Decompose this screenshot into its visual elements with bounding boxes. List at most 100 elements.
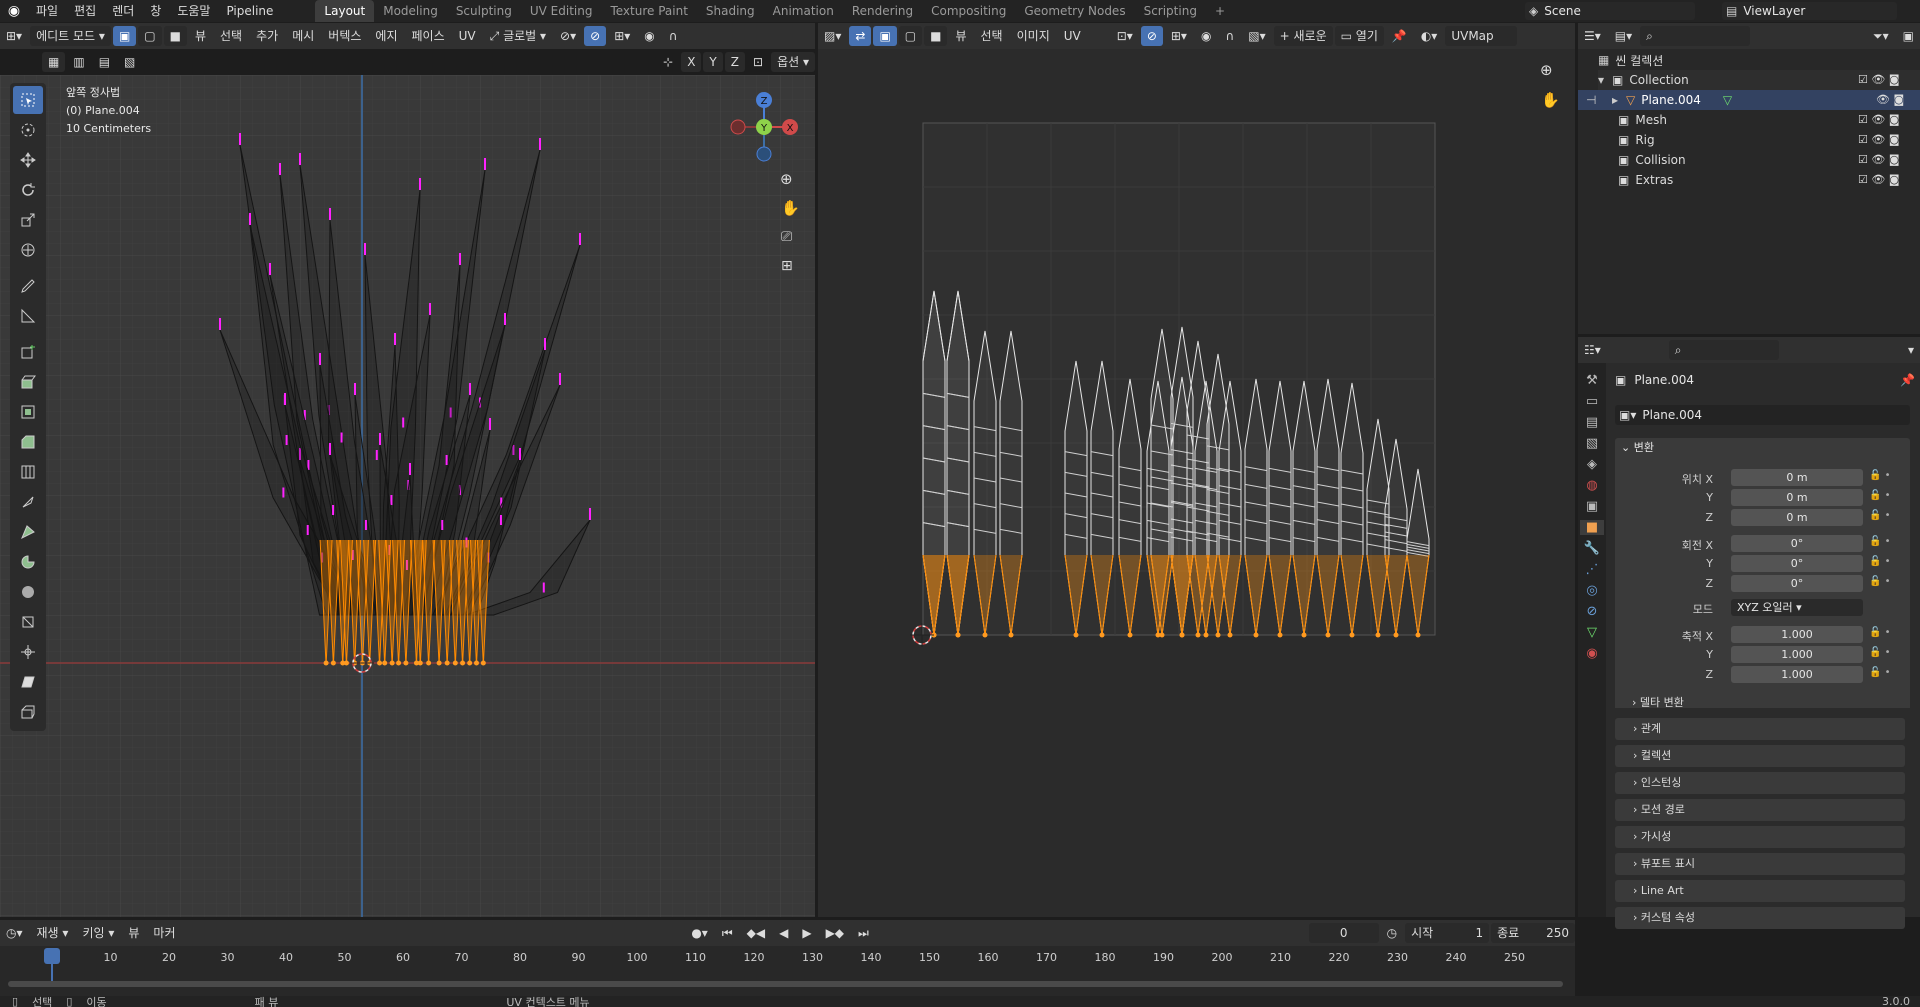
object-tab-icon[interactable]: ■ bbox=[1580, 520, 1604, 535]
uv-editor-type-icon[interactable]: ▨▾ bbox=[818, 26, 847, 46]
scene-tab-icon[interactable]: ◈ bbox=[1587, 457, 1597, 472]
tab-modeling[interactable]: Modeling bbox=[374, 0, 447, 22]
uv-editor-canvas-area[interactable]: ⊕ ✋ bbox=[818, 49, 1575, 917]
view-layer-selector[interactable]: ▤ ViewLayer bbox=[1722, 2, 1897, 20]
prev-keyframe-icon[interactable]: ◆◀ bbox=[741, 923, 771, 943]
rotation-mode-dropdown[interactable]: XYZ 오일러 ▾ bbox=[1731, 599, 1863, 616]
constraints-tab-icon[interactable]: ⊘ bbox=[1587, 604, 1598, 619]
select-mode-invert-icon[interactable]: ▧ bbox=[118, 52, 141, 72]
tab-compositing[interactable]: Compositing bbox=[922, 0, 1015, 22]
uv-selected-vertex[interactable] bbox=[1277, 632, 1283, 638]
bevel-tool[interactable] bbox=[13, 428, 43, 456]
timeline-menu-keying[interactable]: 키잉 ▾ bbox=[76, 923, 120, 943]
select-mode-new-icon[interactable]: ▦ bbox=[42, 52, 66, 72]
selected-vertex[interactable] bbox=[452, 660, 458, 666]
menu-help[interactable]: 도움말 bbox=[169, 0, 218, 22]
grid-view-icon[interactable]: ⊞ bbox=[781, 258, 793, 274]
pan-hand-icon[interactable]: ✋ bbox=[781, 199, 800, 217]
lock-icon[interactable]: 🔓 • bbox=[1869, 490, 1891, 501]
menu-add[interactable]: 추가 bbox=[250, 26, 284, 46]
proportional-edit-icon[interactable]: ◉ bbox=[638, 26, 660, 46]
start-frame-field[interactable]: 시작 1 bbox=[1405, 923, 1490, 943]
visibility-row[interactable]: ☑ 👁 ◙ bbox=[1858, 150, 1918, 170]
uv-selected-vertex[interactable] bbox=[982, 632, 988, 638]
timeline-menu-view[interactable]: 뷰 bbox=[122, 923, 145, 943]
uv-proportional-icon[interactable]: ◉ bbox=[1195, 26, 1217, 46]
play-icon[interactable]: ▶ bbox=[796, 923, 817, 943]
mirror-icon[interactable]: ⊹ bbox=[657, 52, 679, 72]
uv-selected-vertex[interactable] bbox=[1415, 632, 1421, 638]
uv-selected-vertex[interactable] bbox=[1393, 632, 1399, 638]
3d-viewport[interactable]: 앞쪽 정사법 (0) Plane.004 10 Centimeters Z X … bbox=[0, 75, 815, 917]
physics-tab-icon[interactable]: ◎ bbox=[1586, 583, 1597, 598]
tab-scripting[interactable]: Scripting bbox=[1135, 0, 1206, 22]
rotate-tool[interactable] bbox=[13, 176, 43, 204]
menu-mesh[interactable]: 메시 bbox=[286, 26, 320, 46]
end-frame-field[interactable]: 종료 250 bbox=[1491, 923, 1576, 943]
selected-vertex[interactable] bbox=[444, 660, 450, 666]
selected-vertex[interactable] bbox=[480, 660, 486, 666]
visibility-row[interactable]: ☑ 👁 ◙ bbox=[1858, 170, 1918, 190]
uv-pivot-icon[interactable]: ⊡▾ bbox=[1111, 26, 1139, 46]
uv-selected-vertex[interactable] bbox=[1215, 632, 1221, 638]
output-tab-icon[interactable]: ▤ bbox=[1586, 415, 1598, 430]
outliner-display-mode-icon[interactable]: ▤▾ bbox=[1609, 26, 1638, 46]
zoom-icon[interactable]: ⊕ bbox=[780, 170, 793, 188]
face-select-button[interactable]: ■ bbox=[163, 26, 187, 46]
annotate-tool[interactable] bbox=[13, 272, 43, 300]
tab-rendering[interactable]: Rendering bbox=[843, 0, 922, 22]
timeline-menu-marker[interactable]: 마커 bbox=[147, 923, 181, 943]
viewport-canvas[interactable] bbox=[0, 75, 815, 917]
uv-overlay-icon[interactable]: ◐▾ bbox=[1415, 26, 1444, 46]
uv-selected-vertex[interactable] bbox=[1301, 632, 1307, 638]
expand-arrow-icon[interactable]: ▾ bbox=[1598, 73, 1612, 87]
menu-edge[interactable]: 에지 bbox=[369, 26, 403, 46]
options-dropdown[interactable]: 옵션 ▾ bbox=[771, 52, 815, 72]
uv-selected-vertex[interactable] bbox=[1159, 632, 1165, 638]
knife-tool[interactable] bbox=[13, 488, 43, 516]
selected-vertex[interactable] bbox=[396, 660, 402, 666]
current-frame-field[interactable]: 0 bbox=[1308, 923, 1379, 943]
transform-value-field[interactable]: 1.000 bbox=[1731, 626, 1863, 643]
properties-subpanel[interactable]: › 인스턴싱 bbox=[1615, 772, 1905, 794]
object-browse-icon[interactable]: ▣▾ bbox=[1619, 408, 1636, 422]
timeline-playhead[interactable] bbox=[44, 948, 60, 964]
world-tab-icon[interactable]: ◍ bbox=[1586, 478, 1597, 493]
select-mode-extend-icon[interactable]: ▥ bbox=[67, 52, 90, 72]
uv-selected-vertex[interactable] bbox=[1195, 632, 1201, 638]
image-browse-icon[interactable]: ▧▾ bbox=[1242, 26, 1271, 46]
view-layer-tab-icon[interactable]: ▧ bbox=[1586, 436, 1598, 451]
play-reverse-icon[interactable]: ◀ bbox=[773, 923, 794, 943]
new-image-button[interactable]: + 새로운 bbox=[1273, 26, 1333, 46]
properties-subpanel[interactable]: › 모션 경로 bbox=[1615, 799, 1905, 821]
scale-tool[interactable] bbox=[13, 206, 43, 234]
gizmo-neg-z-axis[interactable] bbox=[756, 146, 772, 162]
menu-face[interactable]: 페이스 bbox=[406, 26, 451, 46]
particles-tab-icon[interactable]: ⋰ bbox=[1586, 562, 1599, 577]
uv-map-field[interactable]: UVMap bbox=[1445, 26, 1518, 46]
collection-tab-icon[interactable]: ▣ bbox=[1586, 499, 1598, 514]
inset-tool[interactable] bbox=[13, 398, 43, 426]
uv-menu-view[interactable]: 뷰 bbox=[949, 26, 972, 46]
measure-tool[interactable] bbox=[13, 302, 43, 330]
tab-animation[interactable]: Animation bbox=[764, 0, 843, 22]
select-mode-subtract-icon[interactable]: ▤ bbox=[93, 52, 116, 72]
transform-value-field[interactable]: 0 m bbox=[1731, 469, 1863, 486]
lock-icon[interactable]: 🔓 • bbox=[1869, 647, 1891, 658]
uv-selected-vertex[interactable] bbox=[1073, 632, 1079, 638]
blender-logo-icon[interactable]: ◉ bbox=[0, 3, 28, 19]
uv-selected-vertex[interactable] bbox=[1349, 632, 1355, 638]
navigation-gizmo[interactable]: Z X Y bbox=[720, 80, 810, 170]
uv-face-mode-icon[interactable]: ■ bbox=[924, 26, 948, 46]
edge-slide-tool[interactable] bbox=[13, 608, 43, 636]
properties-subpanel[interactable]: › Line Art bbox=[1615, 880, 1905, 902]
modifier-tab-icon[interactable]: 🔧 bbox=[1584, 541, 1600, 556]
tab-geometry-nodes[interactable]: Geometry Nodes bbox=[1015, 0, 1134, 22]
selected-vertex[interactable] bbox=[460, 660, 466, 666]
selected-vertex[interactable] bbox=[473, 660, 479, 666]
new-collection-icon[interactable]: ▣ bbox=[1897, 26, 1920, 46]
uv-menu-image[interactable]: 이미지 bbox=[1011, 26, 1056, 46]
smooth-tool[interactable] bbox=[13, 578, 43, 606]
timeline-scrollbar[interactable] bbox=[8, 981, 1563, 987]
properties-subpanel[interactable]: › 관계 bbox=[1615, 718, 1905, 740]
